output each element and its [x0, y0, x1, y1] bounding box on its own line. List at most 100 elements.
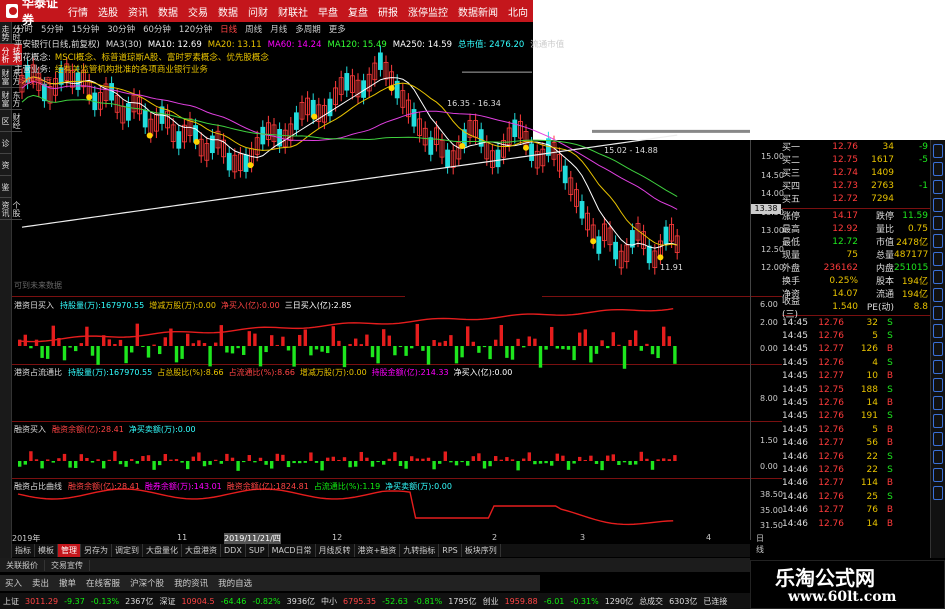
- toolbar-button[interactable]: 我的资讯: [169, 577, 213, 589]
- tool-icon[interactable]: [933, 162, 943, 176]
- menu-item[interactable]: 北向: [503, 4, 533, 19]
- tool-icon[interactable]: [933, 378, 943, 392]
- indicator-panels[interactable]: [12, 296, 750, 533]
- tool-icon[interactable]: [933, 414, 943, 428]
- menu-item[interactable]: 数据: [153, 4, 183, 19]
- indicator-tab[interactable]: 调定到: [112, 544, 143, 557]
- menu-item[interactable]: 数据: [213, 4, 243, 19]
- bar: [337, 340, 341, 346]
- tool-icon[interactable]: [933, 396, 943, 410]
- toolbar-button[interactable]: 撤单: [54, 577, 81, 589]
- main-menu: 行情 选股 资讯 数据 交易 数据 问财 财联社 早盘 复盘 研报 涨停监控 数据新闻 北向: [63, 0, 533, 22]
- bar: [68, 346, 72, 348]
- indicator-tab[interactable]: 大盘港资: [182, 544, 221, 557]
- menu-item[interactable]: 复盘: [343, 4, 373, 19]
- menu-item[interactable]: 资讯: [123, 4, 153, 19]
- left-tab[interactable]: 鉴: [0, 176, 11, 198]
- tool-icon[interactable]: [933, 288, 943, 302]
- stat-label: 内盘: [875, 264, 894, 274]
- bar: [415, 323, 419, 346]
- menu-item[interactable]: 早盘: [313, 4, 343, 19]
- bar: [275, 344, 279, 346]
- tick-volume: 5: [872, 424, 878, 435]
- period-tab[interactable]: 60分钟: [139, 23, 175, 35]
- indicator-tab[interactable]: 九转指标: [400, 544, 440, 557]
- bar: [46, 346, 50, 359]
- period-tab[interactable]: 30分钟: [103, 23, 139, 35]
- period-tab[interactable]: 5分钟: [37, 23, 67, 35]
- sub-tab[interactable]: 交易宣传: [45, 559, 90, 571]
- tool-icon[interactable]: [933, 324, 943, 338]
- bar: [113, 451, 117, 461]
- indicator-tab[interactable]: 指标: [12, 544, 35, 557]
- bar: [600, 340, 604, 346]
- panel-title: 港资占流通比: [14, 368, 62, 377]
- toolbar-button[interactable]: 沪深个股: [125, 577, 169, 589]
- tool-icon[interactable]: [933, 252, 943, 266]
- tool-icon[interactable]: [933, 198, 943, 212]
- tool-icon[interactable]: [933, 342, 943, 356]
- indicator-tab[interactable]: 港资+融资: [355, 544, 401, 557]
- signal-dot: [146, 132, 153, 139]
- indicator-tab[interactable]: MACD日常: [269, 544, 316, 557]
- period-tab[interactable]: 月线: [266, 23, 291, 35]
- indicator-tab[interactable]: SUP: [246, 544, 269, 557]
- indicator-tab[interactable]: 月线反转: [316, 544, 355, 557]
- sub-tab[interactable]: 关联报价: [0, 559, 45, 571]
- tool-icon[interactable]: [933, 306, 943, 320]
- tool-icon[interactable]: [933, 270, 943, 284]
- indicator-tab[interactable]: 管理: [58, 544, 81, 557]
- tool-icon[interactable]: [933, 432, 943, 446]
- indicator-tab[interactable]: 模板: [35, 544, 58, 557]
- left-tab[interactable]: 资: [0, 154, 11, 176]
- bar: [51, 461, 55, 463]
- tick-volume: 126: [860, 344, 878, 355]
- indicator-tab[interactable]: DDX: [221, 544, 246, 557]
- tick-row: 14:46 12.76 25 S: [782, 490, 930, 503]
- ma-value: MA20: 13.11: [207, 40, 262, 50]
- period-tab[interactable]: 120分钟: [175, 23, 216, 35]
- left-tab[interactable]: 诊: [0, 132, 11, 154]
- tool-icon[interactable]: [933, 450, 943, 464]
- period-tab[interactable]: 多周期: [291, 23, 325, 35]
- toolbar-button[interactable]: 卖出: [27, 577, 54, 589]
- bar: [90, 461, 95, 463]
- menu-item[interactable]: 选股: [93, 4, 123, 19]
- tool-icon[interactable]: [933, 144, 943, 158]
- tool-icon[interactable]: [933, 216, 943, 230]
- indicator-tab[interactable]: 板块序列: [462, 544, 501, 557]
- tool-icon[interactable]: [933, 180, 943, 194]
- tick-time: 14:45: [782, 331, 808, 342]
- tool-icon[interactable]: [933, 234, 943, 248]
- menu-item[interactable]: 行情: [63, 4, 93, 19]
- menu-item[interactable]: 数据新闻: [453, 4, 503, 19]
- tool-icon[interactable]: [933, 486, 943, 500]
- menu-item[interactable]: 研报: [373, 4, 403, 19]
- indicator-tab[interactable]: 另存为: [81, 544, 112, 557]
- period-tab[interactable]: 更多: [325, 23, 350, 35]
- indicator-tab[interactable]: 大盘量化: [143, 544, 182, 557]
- indicator-tab[interactable]: RPS: [439, 544, 462, 557]
- menu-item[interactable]: 涨停监控: [403, 4, 453, 19]
- tool-icon[interactable]: [933, 468, 943, 482]
- period-tab[interactable]: 分时: [12, 23, 37, 35]
- period-tab[interactable]: 15分钟: [67, 23, 103, 35]
- period-tab[interactable]: 周线: [241, 23, 266, 35]
- tool-icon[interactable]: [933, 360, 943, 374]
- toolbar-button[interactable]: 我的自选: [213, 577, 257, 589]
- toolbar-button[interactable]: 在线客服: [81, 577, 125, 589]
- toolbar-button[interactable]: 买入: [0, 577, 27, 589]
- menu-item[interactable]: 财联社: [273, 4, 313, 19]
- bar: [62, 453, 67, 461]
- bar: [135, 461, 139, 464]
- period-tab[interactable]: 日线: [216, 23, 241, 35]
- bar: [404, 461, 408, 469]
- bar: [158, 346, 162, 355]
- bar: [298, 461, 302, 464]
- signal-dot: [311, 113, 318, 120]
- bid-label: 买五: [782, 195, 801, 205]
- menu-item[interactable]: 问财: [243, 4, 273, 19]
- bar: [292, 461, 296, 464]
- bar: [29, 346, 33, 349]
- menu-item[interactable]: 交易: [183, 4, 213, 19]
